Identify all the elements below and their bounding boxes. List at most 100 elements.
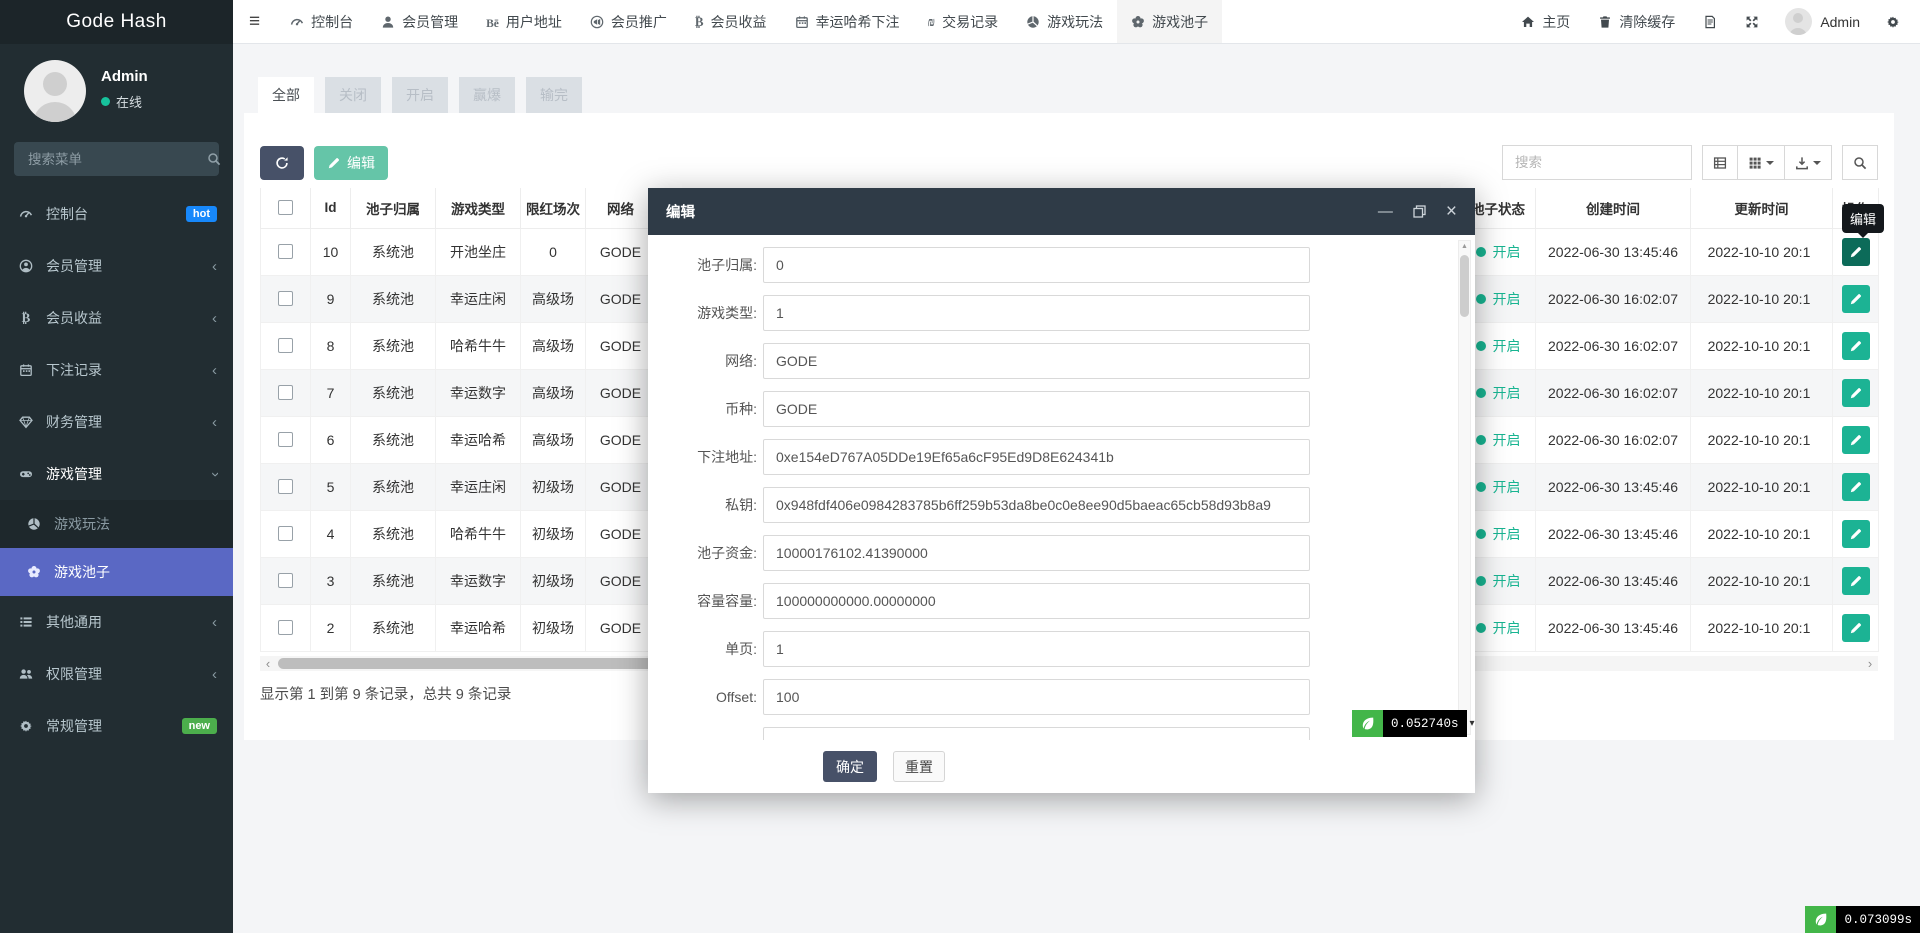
refresh-button[interactable] bbox=[260, 145, 304, 180]
row-checkbox[interactable] bbox=[278, 385, 293, 400]
topnav-item-shekel[interactable]: ₪ 交易记录 bbox=[914, 0, 1013, 43]
modal-field-input[interactable] bbox=[763, 487, 1310, 523]
modal-field-input[interactable] bbox=[763, 247, 1310, 283]
close-icon[interactable]: × bbox=[1446, 202, 1457, 221]
modal-header[interactable]: 编辑 — × bbox=[648, 188, 1475, 235]
sidebar-item-pool[interactable]: 游戏池子 bbox=[0, 548, 233, 596]
topnav-user[interactable]: Admin bbox=[1777, 8, 1868, 35]
cell-game-type: 幸运庄闲 bbox=[435, 274, 521, 323]
column-header-创建时间[interactable]: 创建时间 bbox=[1535, 188, 1691, 229]
reset-button[interactable]: 重置 bbox=[893, 751, 945, 782]
modal-field-input[interactable] bbox=[763, 343, 1310, 379]
row-edit-button[interactable] bbox=[1841, 284, 1870, 313]
tab-关闭[interactable]: 关闭 bbox=[325, 77, 381, 113]
column-header-网络[interactable]: 网络 bbox=[585, 188, 656, 229]
modal-field-input[interactable] bbox=[763, 631, 1310, 667]
topnav-item-bitcoin[interactable]: ₿ 会员收益 bbox=[681, 0, 781, 43]
column-header-Id[interactable]: Id bbox=[310, 188, 351, 229]
column-header-更新时间[interactable]: 更新时间 bbox=[1690, 188, 1833, 229]
sidebar-item-bitcoin[interactable]: ₿ 会员收益 ‹ bbox=[0, 292, 233, 344]
search-icon[interactable] bbox=[207, 152, 221, 166]
log-button[interactable] bbox=[1693, 15, 1727, 29]
topnav-item-chart-pie[interactable]: 游戏玩法 bbox=[1012, 0, 1117, 43]
row-checkbox[interactable] bbox=[278, 573, 293, 588]
topnav-item-tachometer[interactable]: 控制台 bbox=[276, 0, 367, 43]
row-checkbox[interactable] bbox=[278, 338, 293, 353]
export-button[interactable] bbox=[1785, 145, 1832, 180]
table-search-input[interactable] bbox=[1502, 145, 1692, 180]
row-edit-button[interactable] bbox=[1841, 378, 1870, 407]
modal-field-input[interactable] bbox=[763, 679, 1310, 715]
scroll-left-icon[interactable]: ‹ bbox=[260, 656, 276, 671]
scroll-right-icon[interactable]: › bbox=[1862, 656, 1878, 671]
sidebar-item-list[interactable]: 其他通用 ‹ bbox=[0, 596, 233, 648]
sidebar-search-input[interactable] bbox=[26, 150, 207, 168]
row-checkbox[interactable] bbox=[278, 244, 293, 259]
sidebar-item-calendar[interactable]: 下注记录 ‹ bbox=[0, 344, 233, 396]
topnav-item-promote[interactable]: 会员推广 bbox=[576, 0, 681, 43]
modal-field-input[interactable] bbox=[763, 583, 1310, 619]
tab-全部[interactable]: 全部 bbox=[258, 77, 314, 113]
modal-field-input[interactable] bbox=[763, 391, 1310, 427]
topnav-item-behance[interactable]: Bē 用户地址 bbox=[472, 0, 576, 43]
row-edit-button[interactable] bbox=[1841, 566, 1870, 595]
modal-field-input[interactable] bbox=[763, 295, 1310, 331]
tab-开启[interactable]: 开启 bbox=[392, 77, 448, 113]
profiler-badge[interactable]: 0.073099s bbox=[1805, 906, 1920, 933]
settings-button[interactable] bbox=[1876, 15, 1910, 29]
row-checkbox[interactable] bbox=[278, 291, 293, 306]
row-checkbox[interactable] bbox=[278, 479, 293, 494]
edit-toolbar-button[interactable]: 编辑 bbox=[314, 145, 388, 180]
caret-down-icon[interactable]: ▾ bbox=[1470, 718, 1475, 729]
row-edit-button[interactable] bbox=[1841, 425, 1870, 454]
profiler-badge[interactable]: 0.052740s ▾ bbox=[1352, 710, 1475, 737]
topnav-item-clear-cache[interactable]: 清除缓存 bbox=[1588, 12, 1685, 32]
sidebar-item-user-circle[interactable]: 会员管理 ‹ bbox=[0, 240, 233, 292]
modal-field-input[interactable] bbox=[763, 439, 1310, 475]
topnav-item-user[interactable]: 会员管理 bbox=[367, 0, 472, 43]
column-header-限红场次[interactable]: 限红场次 bbox=[520, 188, 586, 229]
sidebar-item-chart-pie[interactable]: 游戏玩法 bbox=[0, 500, 233, 548]
row-edit-button[interactable] bbox=[1841, 237, 1870, 266]
tab-输完[interactable]: 输完 bbox=[526, 77, 582, 113]
column-header-游戏类型[interactable]: 游戏类型 bbox=[435, 188, 521, 229]
tab-赢爆[interactable]: 赢爆 bbox=[459, 77, 515, 113]
search-button[interactable] bbox=[1842, 145, 1878, 180]
sidebar-item-tachometer[interactable]: 控制台 hot bbox=[0, 188, 233, 240]
scrollbar-thumb[interactable] bbox=[1460, 255, 1469, 317]
row-edit-button[interactable] bbox=[1841, 472, 1870, 501]
cell-updated: 2022-10-10 20:1 bbox=[1690, 509, 1833, 558]
sidebar-item-cogs[interactable]: 常规管理 new bbox=[0, 700, 233, 752]
topnav-item-calendar[interactable]: 幸运哈希下注 bbox=[781, 0, 914, 43]
row-checkbox[interactable] bbox=[278, 526, 293, 541]
sidebar-item-gamepad[interactable]: 游戏管理 ‹ bbox=[0, 448, 233, 500]
column-header-池子归属[interactable]: 池子归属 bbox=[350, 188, 436, 229]
minimize-icon[interactable]: — bbox=[1378, 204, 1393, 219]
select-all-checkbox[interactable] bbox=[278, 200, 293, 216]
toggle-pagination-button[interactable] bbox=[1702, 145, 1738, 180]
modal-field-input[interactable] bbox=[763, 727, 1310, 740]
maximize-icon[interactable] bbox=[1413, 205, 1426, 218]
topnav-menu: 控制台 会员管理 Bē 用户地址 会员推广 ₿ 会员收益 幸运哈希下注 ₪ 交易记录 游戏玩法 游戏池… bbox=[276, 0, 1223, 43]
modal-field-input[interactable] bbox=[763, 535, 1310, 571]
row-edit-button[interactable] bbox=[1841, 519, 1870, 548]
topnav-item-pool[interactable]: 游戏池子 bbox=[1117, 0, 1223, 43]
cell-owner: 系统池 bbox=[350, 368, 436, 417]
fullscreen-button[interactable] bbox=[1735, 15, 1769, 29]
search-icon bbox=[1853, 156, 1867, 170]
columns-button[interactable] bbox=[1738, 145, 1785, 180]
tachometer-icon bbox=[18, 207, 34, 221]
sidebar-item-diamond[interactable]: 财务管理 ‹ bbox=[0, 396, 233, 448]
row-checkbox[interactable] bbox=[278, 620, 293, 635]
app-logo[interactable]: Gode Hash bbox=[0, 0, 233, 44]
hamburger-icon[interactable]: ≡ bbox=[233, 0, 276, 43]
row-edit-button[interactable] bbox=[1841, 613, 1870, 642]
scroll-up-icon[interactable]: ▲ bbox=[1459, 243, 1470, 250]
modal-scrollbar[interactable]: ▲ bbox=[1458, 240, 1471, 735]
edit-toolbar-label: 编辑 bbox=[347, 154, 375, 171]
row-edit-button[interactable] bbox=[1841, 331, 1870, 360]
topnav-item-home[interactable]: 主页 bbox=[1511, 12, 1580, 32]
row-checkbox[interactable] bbox=[278, 432, 293, 447]
sidebar-item-users[interactable]: 权限管理 ‹ bbox=[0, 648, 233, 700]
confirm-button[interactable]: 确定 bbox=[823, 751, 877, 782]
